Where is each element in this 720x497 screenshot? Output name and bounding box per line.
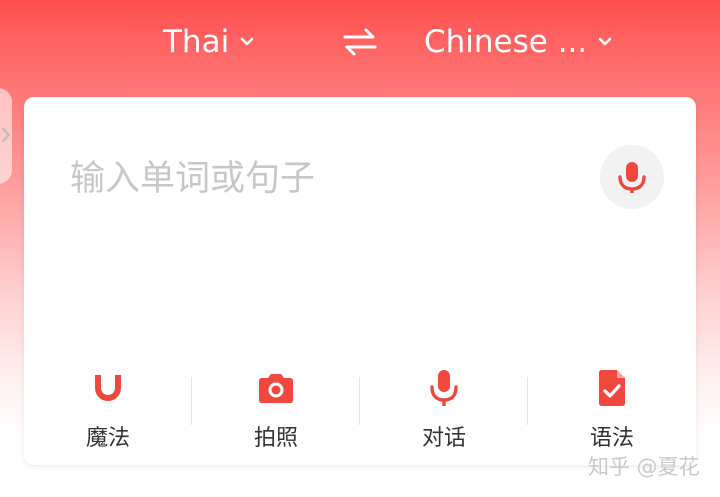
- tool-camera[interactable]: 拍照: [192, 365, 360, 455]
- voice-input-button[interactable]: [600, 145, 664, 209]
- microphone-icon: [430, 370, 458, 406]
- tool-magic[interactable]: 魔法: [24, 365, 192, 455]
- checked-document-icon: [599, 370, 625, 406]
- translation-input-card: 魔法 拍照 对话: [24, 97, 696, 465]
- text-input[interactable]: [70, 155, 570, 203]
- magnet-icon: [95, 375, 121, 401]
- watermark: 知乎 @夏花: [588, 455, 700, 479]
- source-language-selector[interactable]: Thai: [163, 22, 257, 62]
- tool-bar: 魔法 拍照 对话 语法: [24, 365, 696, 455]
- chevron-right-icon: [2, 128, 11, 142]
- tool-label: 语法: [589, 426, 634, 451]
- target-language-label: Chinese ...: [424, 24, 588, 60]
- chevron-down-icon: [240, 37, 254, 46]
- target-language-selector[interactable]: Chinese ...: [424, 22, 615, 62]
- language-bar: Thai Chinese ...: [0, 0, 720, 90]
- tool-label: 魔法: [85, 426, 130, 451]
- chevron-down-icon: [598, 37, 612, 46]
- tool-label: 对话: [421, 426, 466, 451]
- tool-grammar[interactable]: 语法: [528, 365, 696, 455]
- tool-conversation[interactable]: 对话: [360, 365, 528, 455]
- tool-label: 拍照: [253, 426, 298, 451]
- microphone-icon: [618, 162, 646, 193]
- camera-icon: [259, 374, 293, 403]
- swap-arrows-icon[interactable]: [342, 26, 378, 58]
- source-language-label: Thai: [163, 24, 230, 60]
- side-drawer-handle[interactable]: [0, 88, 12, 184]
